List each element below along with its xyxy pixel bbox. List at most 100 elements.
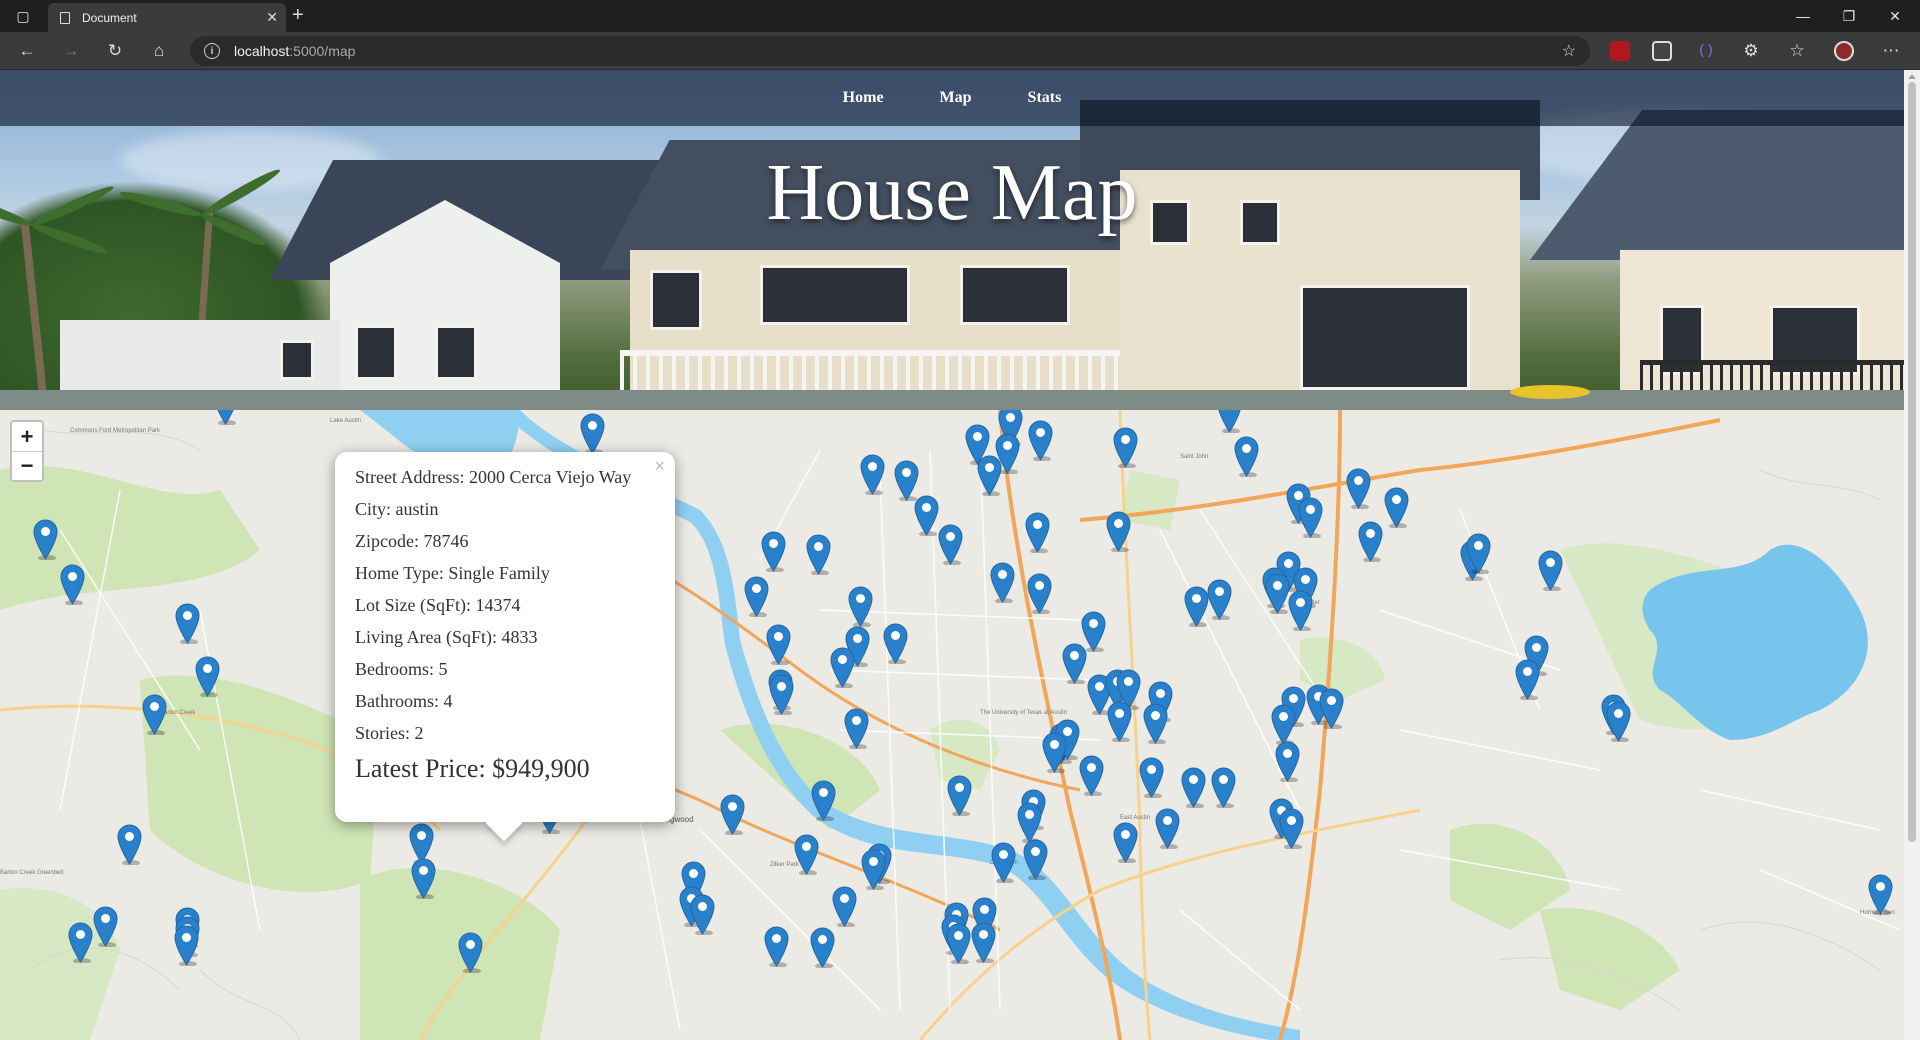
close-window-icon[interactable]: ✕	[1872, 0, 1918, 32]
map-marker-icon[interactable]	[174, 925, 199, 966]
map-marker-icon[interactable]	[1113, 427, 1138, 468]
map-marker-icon[interactable]	[458, 932, 483, 973]
house-map[interactable]: Commons Ford Metropolitan Park Lake Aust…	[0, 410, 1904, 1040]
map-marker-icon[interactable]	[990, 562, 1015, 603]
map-marker-icon[interactable]	[1211, 767, 1236, 808]
map-marker-icon[interactable]	[1271, 704, 1296, 745]
map-marker-icon[interactable]	[1466, 533, 1491, 574]
zoom-out-button[interactable]: −	[12, 451, 42, 480]
map-marker-icon[interactable]	[766, 624, 791, 665]
extensions-puzzle-icon[interactable]: ⚙	[1738, 39, 1764, 63]
popup-close-button[interactable]: ×	[654, 456, 665, 477]
map-marker-icon[interactable]	[848, 586, 873, 627]
map-marker-icon[interactable]	[1028, 420, 1053, 461]
map-marker-icon[interactable]	[1515, 659, 1540, 700]
site-info-icon[interactable]: i	[204, 43, 220, 59]
map-marker-icon[interactable]	[580, 413, 605, 454]
map-marker-icon[interactable]	[860, 454, 885, 495]
minimize-icon[interactable]: —	[1780, 0, 1826, 32]
tab-close-icon[interactable]: ✕	[266, 9, 278, 26]
map-marker-icon[interactable]	[1538, 550, 1563, 591]
map-marker-icon[interactable]	[1143, 703, 1168, 744]
map-marker-icon[interactable]	[1384, 487, 1409, 528]
map-marker-icon[interactable]	[794, 834, 819, 875]
map-marker-icon[interactable]	[1062, 643, 1087, 684]
nav-home-link[interactable]: Home	[843, 89, 884, 107]
map-marker-icon[interactable]	[1107, 701, 1132, 742]
tab-actions-icon[interactable]: ▢	[0, 0, 46, 32]
map-marker-icon[interactable]	[1025, 512, 1050, 553]
forward-icon[interactable]: →	[58, 39, 84, 63]
map-marker-icon[interactable]	[93, 906, 118, 947]
map-marker-icon[interactable]	[991, 842, 1016, 883]
map-marker-icon[interactable]	[1606, 701, 1631, 742]
map-marker-icon[interactable]	[60, 564, 85, 605]
restore-icon[interactable]: ❐	[1826, 0, 1872, 32]
map-marker-icon[interactable]	[1184, 586, 1209, 627]
map-marker-icon[interactable]	[1113, 822, 1138, 863]
map-marker-icon[interactable]	[830, 647, 855, 688]
map-marker-icon[interactable]	[844, 708, 869, 749]
map-marker-icon[interactable]	[764, 926, 789, 967]
map-marker-icon[interactable]	[810, 927, 835, 968]
map-marker-icon[interactable]	[1275, 741, 1300, 782]
scrollbar-thumb[interactable]	[1908, 82, 1916, 842]
nav-map-link[interactable]: Map	[940, 89, 972, 107]
nav-stats-link[interactable]: Stats	[1028, 89, 1062, 107]
extension-icon[interactable]	[1652, 41, 1672, 61]
map-marker-icon[interactable]	[1181, 767, 1206, 808]
favorite-star-icon[interactable]: ☆	[1562, 41, 1576, 61]
map-marker-icon[interactable]	[1207, 579, 1232, 620]
ublock-extension-icon[interactable]	[1610, 41, 1630, 61]
map-marker-icon[interactable]	[1234, 436, 1259, 477]
map-marker-icon[interactable]	[744, 576, 769, 617]
map-marker-icon[interactable]	[1288, 590, 1313, 631]
map-marker-icon[interactable]	[1319, 688, 1344, 729]
map-marker-icon[interactable]	[811, 780, 836, 821]
map-marker-icon[interactable]	[1217, 410, 1242, 433]
map-marker-icon[interactable]	[806, 534, 831, 575]
map-marker-icon[interactable]	[761, 531, 786, 572]
map-marker-icon[interactable]	[769, 674, 794, 715]
browser-tab[interactable]: Document ✕	[48, 3, 286, 32]
map-marker-icon[interactable]	[832, 886, 857, 927]
back-icon[interactable]: ←	[14, 39, 40, 63]
map-marker-icon[interactable]	[1106, 511, 1131, 552]
refresh-icon[interactable]: ↻	[102, 39, 128, 63]
map-marker-icon[interactable]	[411, 858, 436, 899]
map-marker-icon[interactable]	[938, 524, 963, 565]
profile-avatar[interactable]	[1834, 41, 1854, 61]
home-icon[interactable]: ⌂	[146, 39, 172, 63]
map-marker-icon[interactable]	[195, 656, 220, 697]
map-marker-icon[interactable]	[861, 849, 886, 890]
bracket-extension-icon[interactable]: ( )	[1696, 41, 1716, 61]
map-marker-icon[interactable]	[1042, 732, 1067, 773]
map-marker-icon[interactable]	[1868, 874, 1893, 915]
map-marker-icon[interactable]	[1023, 839, 1048, 880]
map-marker-icon[interactable]	[1017, 802, 1042, 843]
map-marker-icon[interactable]	[33, 519, 58, 560]
map-marker-icon[interactable]	[1155, 808, 1180, 849]
map-marker-icon[interactable]	[1027, 573, 1052, 614]
map-marker-icon[interactable]	[1346, 468, 1371, 509]
map-marker-icon[interactable]	[977, 455, 1002, 496]
page-scrollbar[interactable]	[1904, 70, 1920, 1040]
favorites-icon[interactable]: ☆	[1784, 39, 1810, 63]
map-marker-icon[interactable]	[1265, 573, 1290, 614]
map-marker-icon[interactable]	[720, 794, 745, 835]
map-marker-icon[interactable]	[946, 923, 971, 964]
map-marker-icon[interactable]	[1079, 755, 1104, 796]
map-marker-icon[interactable]	[213, 410, 238, 425]
map-marker-icon[interactable]	[690, 894, 715, 935]
map-marker-icon[interactable]	[947, 775, 972, 816]
new-tab-icon[interactable]: +	[292, 4, 304, 27]
map-marker-icon[interactable]	[117, 824, 142, 865]
more-menu-icon[interactable]: ⋯	[1878, 39, 1904, 63]
map-marker-icon[interactable]	[883, 623, 908, 664]
map-marker-icon[interactable]	[1279, 808, 1304, 849]
map-marker-icon[interactable]	[914, 495, 939, 536]
zoom-in-button[interactable]: +	[12, 422, 42, 451]
map-marker-icon[interactable]	[175, 603, 200, 644]
map-marker-icon[interactable]	[1298, 497, 1323, 538]
map-marker-icon[interactable]	[1139, 757, 1164, 798]
